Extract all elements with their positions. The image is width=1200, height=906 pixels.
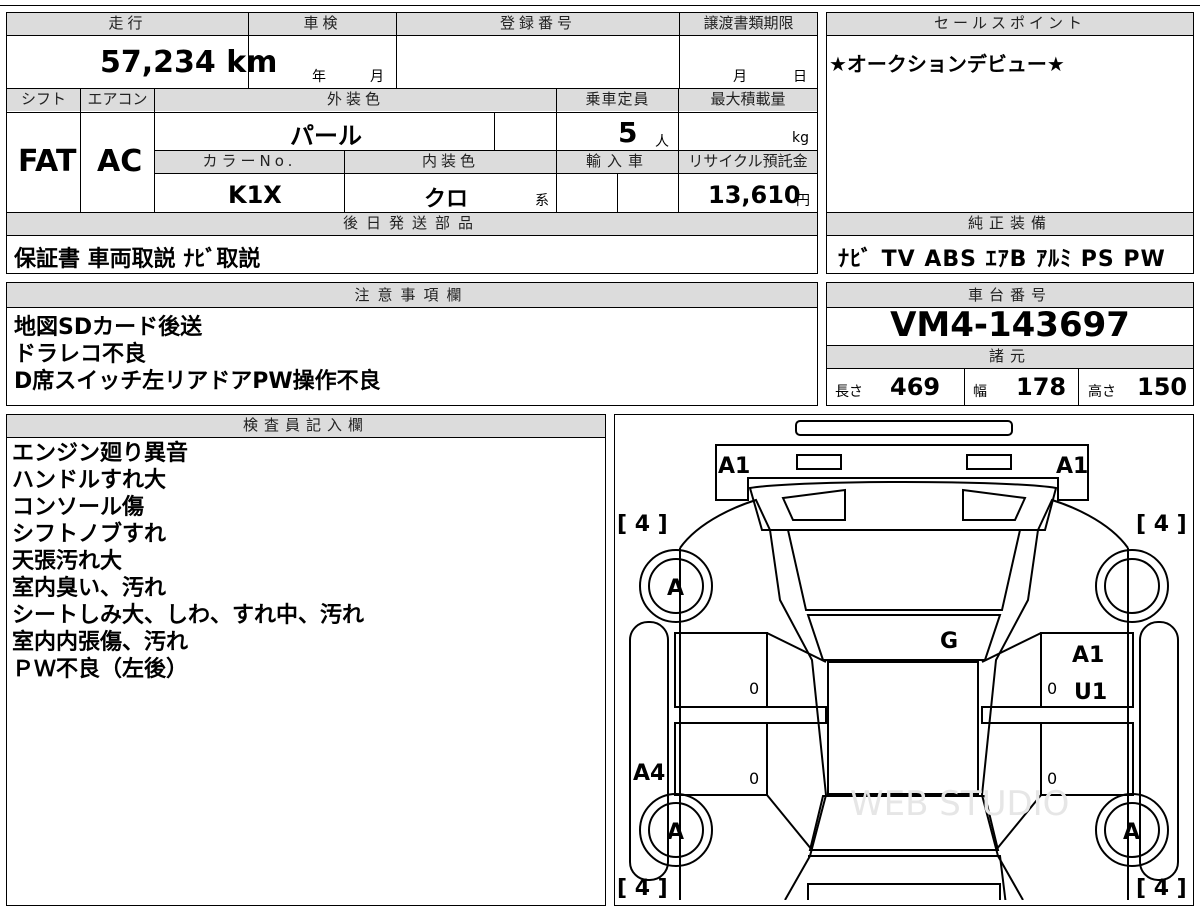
caution-line-2: ドラレコ不良: [14, 342, 147, 367]
length-value: 469: [890, 373, 941, 401]
max-load-header: 最大積載量: [679, 89, 817, 111]
color-no-header: カラーNo.: [155, 151, 344, 173]
caution-line-1: 地図SDカード後送: [14, 315, 203, 340]
length-label: 長さ: [835, 384, 863, 400]
recycle-value: 13,610: [708, 181, 801, 209]
car-diagram: [ 4 ] [ 4 ] [ 4 ] [ 4 ] A1 A1 A A A G A1…: [617, 420, 1187, 900]
capacity-header: 乗車定員: [557, 89, 678, 111]
shift-header: シフト: [7, 89, 80, 111]
tire-rear-right: [ 4 ]: [1136, 876, 1187, 900]
divider: [396, 12, 397, 88]
divider: [679, 12, 680, 88]
capacity-unit: 人: [655, 134, 669, 150]
width-label: 幅: [973, 384, 987, 400]
top-strip-line: [0, 5, 1200, 6]
divider: [494, 112, 495, 150]
shift-value: FAT: [18, 144, 77, 179]
divider: [617, 173, 618, 212]
watermark: WEB STUDIO: [850, 784, 1069, 824]
ext-color-value: パール: [290, 122, 362, 150]
mileage-value: 57,234 km: [100, 45, 278, 80]
reg-number-header: 登録番号: [397, 13, 679, 35]
transfer-deadline-header: 譲渡書類期限: [680, 13, 817, 35]
inspector-line-9: ＰＷ不良（左後）: [12, 657, 189, 682]
recycle-header: リサイクル預託金: [679, 151, 817, 173]
door-zero-left-front: 0: [749, 679, 759, 698]
mark-windshield: G: [940, 629, 958, 654]
inspector-line-2: ハンドルすれ大: [12, 468, 167, 493]
recycle-unit: 円: [796, 193, 810, 209]
mark-front-bumper-left: A1: [718, 454, 750, 479]
divider: [826, 35, 1194, 36]
inspector-line-5: 天張汚れ大: [12, 549, 123, 574]
max-load-unit: kg: [792, 130, 809, 146]
tire-front-left: [ 4 ]: [617, 512, 668, 537]
mark-right-front-door-2: U1: [1074, 680, 1107, 705]
inspector-line-1: エンジン廻り異音: [12, 441, 189, 466]
inspector-line-7: シートしみ大、しわ、すれ中、汚れ: [12, 603, 365, 628]
inspector-header: 検査員記入欄: [7, 415, 605, 437]
inspector-line-6: 室内臭い、汚れ: [12, 576, 167, 601]
caution-header: 注意事項欄: [7, 283, 817, 307]
inspector-line-8: 室内内張傷、汚れ: [12, 630, 189, 655]
mark-right-front-door-1: A1: [1072, 643, 1104, 668]
mark-rear-wheel-right: A: [1123, 820, 1140, 845]
aircon-header: エアコン: [81, 89, 154, 111]
mark-front-bumper-right: A1: [1056, 454, 1088, 479]
height-label: 高さ: [1088, 384, 1116, 400]
mileage-header: 走行: [7, 13, 248, 35]
later-parts-value: 保証書 車両取説 ﾅﾋﾞ取説: [14, 247, 261, 272]
inspector-line-3: コンソール傷: [12, 495, 145, 520]
height-value: 150: [1137, 373, 1188, 401]
shaken-month-unit: 月: [370, 69, 384, 85]
tire-rear-left: [ 4 ]: [617, 876, 668, 900]
divider: [826, 368, 1194, 369]
ext-color-header: 外装色: [155, 89, 556, 111]
chassis-value: VM4-143697: [890, 305, 1130, 345]
sales-point-header: セールスポイント: [827, 13, 1193, 35]
divider: [154, 173, 818, 174]
divider: [6, 35, 818, 36]
shaken-year-unit: 年: [312, 69, 326, 85]
divider: [80, 88, 81, 212]
later-parts-header: 後日発送部品: [7, 213, 817, 235]
mark-rear-wheel-left: A: [667, 820, 684, 845]
divider: [964, 368, 965, 406]
door-zero-right-front: 0: [1047, 679, 1057, 698]
int-color-value: クロ: [424, 187, 469, 212]
divider: [6, 437, 606, 438]
chassis-header: 車台番号: [827, 283, 1193, 307]
divider: [826, 235, 1194, 236]
color-no-value: K1X: [228, 181, 282, 209]
sales-point-value: ★オークションデビュー★: [829, 52, 1065, 76]
shaken-header: 車検: [249, 13, 396, 35]
int-color-header: 内装色: [345, 151, 556, 173]
divider: [6, 307, 818, 308]
divider: [1078, 368, 1079, 406]
tire-front-right: [ 4 ]: [1136, 512, 1187, 537]
capacity-value: 5: [618, 116, 638, 149]
mark-front-wheel-left: A: [667, 576, 684, 601]
equipment-value: ﾅﾋﾞ TV ABS ｴｱB ｱﾙﾐ PS PW: [838, 247, 1166, 272]
divider: [344, 150, 345, 212]
transfer-month-unit: 月: [733, 69, 747, 85]
caution-line-3: D席スイッチ左リアドアPW操作不良: [14, 369, 381, 394]
specs-header: 諸元: [827, 346, 1193, 368]
aircon-value: AC: [97, 144, 143, 179]
width-value: 178: [1016, 373, 1067, 401]
int-color-suffix: 系: [535, 193, 549, 209]
divider: [6, 112, 818, 113]
divider: [6, 235, 818, 236]
door-zero-left-rear: 0: [749, 769, 759, 788]
equipment-header: 純正装備: [827, 213, 1193, 235]
transfer-day-unit: 日: [793, 69, 807, 85]
import-header: 輸入車: [557, 151, 678, 173]
mark-left-rear-door: A4: [633, 761, 665, 786]
inspector-line-4: シフトノブすれ: [12, 522, 167, 547]
